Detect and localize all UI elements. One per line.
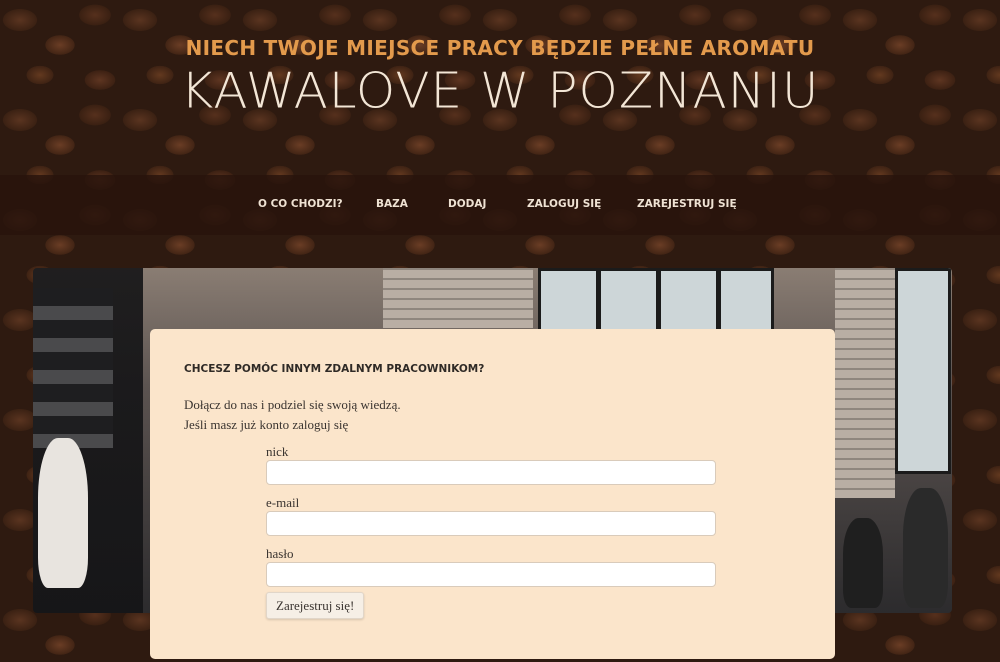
window-decoration bbox=[718, 268, 774, 332]
register-card: CHCESZ POMÓC INNYM ZDALNYM PRACOWNIKOM? … bbox=[150, 329, 835, 659]
nav-item-register[interactable]: ZAREJESTRUJ SIĘ bbox=[637, 198, 737, 210]
register-heading: CHCESZ POMÓC INNYM ZDALNYM PRACOWNIKOM? bbox=[184, 363, 485, 375]
nav-item-about[interactable]: O CO CHODZI? bbox=[258, 198, 343, 210]
main-nav: O CO CHODZI? BAZA DODAJ ZALOGUJ SIĘ ZARE… bbox=[0, 175, 1000, 235]
customer-figure bbox=[903, 488, 948, 608]
brick-wall-decoration bbox=[383, 268, 533, 328]
login-hint[interactable]: Jeśli masz już konto zaloguj się bbox=[184, 417, 348, 433]
nav-item-add[interactable]: DODAJ bbox=[448, 198, 486, 210]
register-intro: Dołącz do nas i podziel się swoją wiedzą… bbox=[184, 397, 401, 412]
brick-wall-decoration bbox=[835, 268, 895, 498]
nick-label: nick bbox=[266, 444, 289, 459]
site-tagline: NIECH TWOJE MIEJSCE PRACY BĘDZIE PEŁNE A… bbox=[185, 36, 815, 60]
window-decoration bbox=[598, 268, 659, 332]
window-decoration bbox=[895, 268, 951, 474]
shelf-decoration bbox=[33, 288, 113, 448]
email-input[interactable] bbox=[266, 511, 716, 536]
customer-figure bbox=[843, 518, 883, 608]
email-label: e-mail bbox=[266, 495, 300, 510]
barista-figure bbox=[38, 438, 88, 588]
site-title[interactable]: KAWALOVE W POZNANIU bbox=[0, 63, 1000, 120]
password-input[interactable] bbox=[266, 562, 716, 587]
register-submit-button[interactable]: Zarejestruj się! bbox=[266, 592, 365, 619]
nick-input[interactable] bbox=[266, 460, 716, 485]
site-header: NIECH TWOJE MIEJSCE PRACY BĘDZIE PEŁNE A… bbox=[0, 0, 1000, 175]
nav-item-database[interactable]: BAZA bbox=[376, 198, 408, 210]
window-decoration bbox=[658, 268, 719, 332]
nav-item-login[interactable]: ZALOGUJ SIĘ bbox=[527, 198, 601, 210]
password-label: hasło bbox=[266, 546, 294, 561]
window-decoration bbox=[538, 268, 599, 332]
